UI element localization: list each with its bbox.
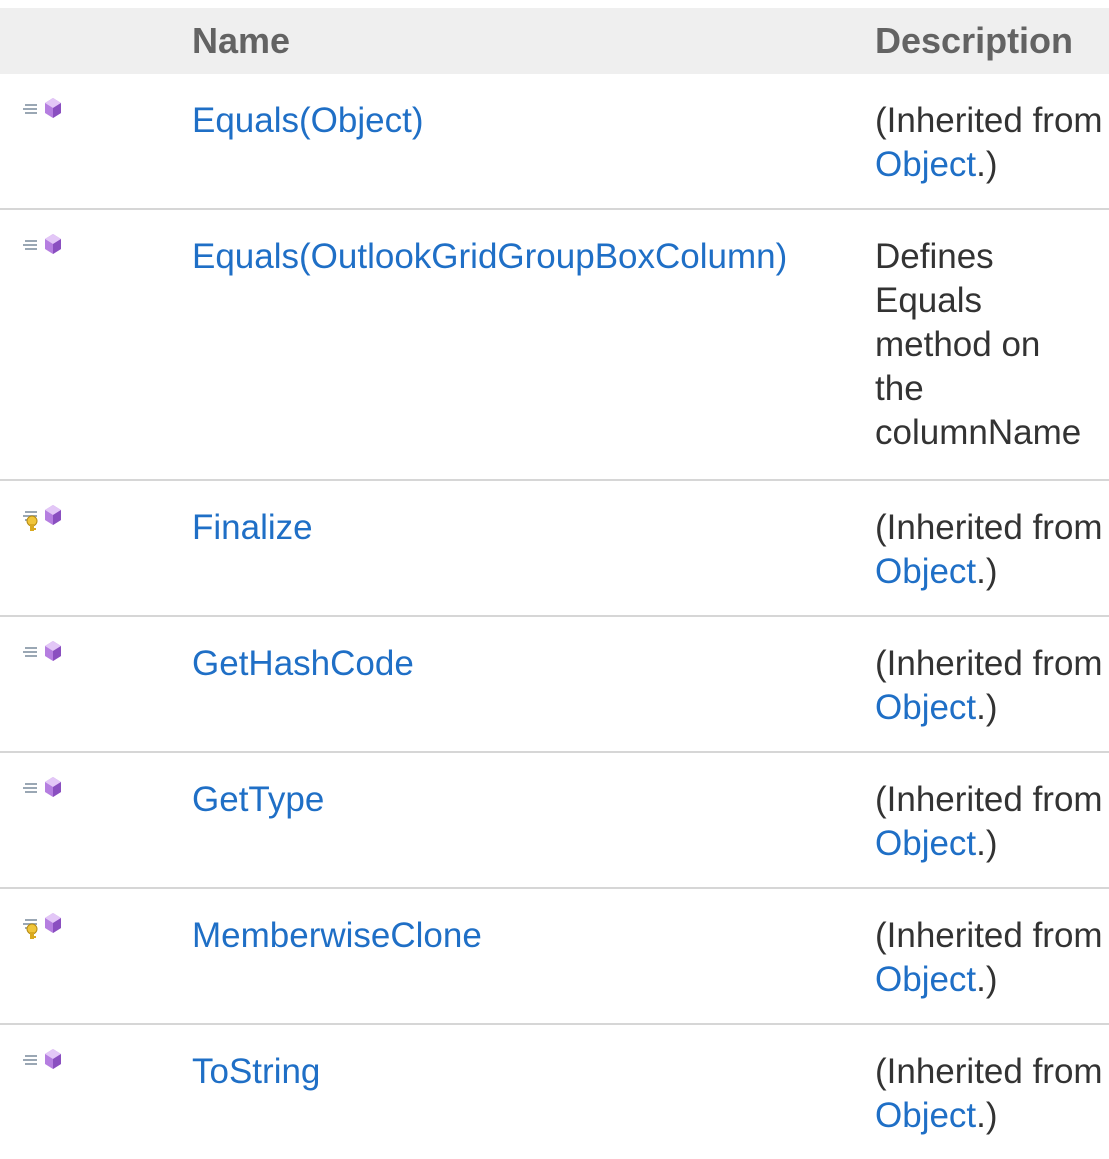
table-row: Finalize (Inherited from Object.) xyxy=(0,480,1109,616)
public-method-icon xyxy=(23,776,67,804)
table-header-row: Name Description xyxy=(0,8,1109,74)
member-name-link[interactable]: MemberwiseClone xyxy=(192,916,482,955)
member-name-link[interactable]: Equals(OutlookGridGroupBoxColumn) xyxy=(192,237,787,276)
protected-method-icon xyxy=(23,504,67,532)
member-icon-cell xyxy=(0,888,170,1024)
member-name-cell: Equals(OutlookGridGroupBoxColumn) xyxy=(170,209,870,480)
name-column-header: Name xyxy=(192,20,291,61)
members-table: Name Description Equals(Object) (Inherite… xyxy=(0,8,1109,1159)
member-name-cell: GetHashCode xyxy=(170,616,870,752)
protected-method-icon xyxy=(23,912,67,940)
member-name-link[interactable]: Finalize xyxy=(192,508,313,547)
inherited-suffix-text: .) xyxy=(976,145,998,184)
table-row: GetType (Inherited from Object.) xyxy=(0,752,1109,888)
inherited-from-text: (Inherited from xyxy=(875,916,1103,955)
member-description-cell: (Inherited from Object.) xyxy=(870,752,1109,888)
member-description-cell: (Inherited from Object.) xyxy=(870,480,1109,616)
object-link[interactable]: Object xyxy=(875,688,976,727)
member-name-link[interactable]: GetHashCode xyxy=(192,644,414,683)
inherited-suffix-text: .) xyxy=(976,1096,998,1135)
member-description-cell: (Inherited from Object.) xyxy=(870,1024,1109,1159)
table-row: GetHashCode (Inherited from Object.) xyxy=(0,616,1109,752)
member-name-cell: Finalize xyxy=(170,480,870,616)
description-line: method on xyxy=(875,325,1041,364)
public-method-icon xyxy=(23,1048,67,1076)
member-icon-cell xyxy=(0,74,170,209)
member-name-link[interactable]: GetType xyxy=(192,780,324,819)
object-link[interactable]: Object xyxy=(875,960,976,999)
member-description-cell: (Inherited from Object.) xyxy=(870,616,1109,752)
inherited-from-text: (Inherited from xyxy=(875,780,1103,819)
public-method-icon xyxy=(23,640,67,668)
description-line: the xyxy=(875,369,924,408)
member-icon-cell xyxy=(0,209,170,480)
member-name-cell: GetType xyxy=(170,752,870,888)
member-name-cell: Equals(Object) xyxy=(170,74,870,209)
member-name-cell: ToString xyxy=(170,1024,870,1159)
inherited-from-text: (Inherited from xyxy=(875,1052,1103,1091)
description-line: columnName xyxy=(875,413,1082,452)
inherited-from-text: (Inherited from xyxy=(875,644,1103,683)
object-link[interactable]: Object xyxy=(875,824,976,863)
member-description-cell: (Inherited from Object.) xyxy=(870,888,1109,1024)
table-row: MemberwiseClone (Inherited from Object.) xyxy=(0,888,1109,1024)
member-name-link[interactable]: ToString xyxy=(192,1052,320,1091)
inherited-suffix-text: .) xyxy=(976,688,998,727)
table-row: Equals(OutlookGridGroupBoxColumn) Defines… xyxy=(0,209,1109,480)
inherited-suffix-text: .) xyxy=(976,824,998,863)
description-line: Equals xyxy=(875,281,983,320)
member-name-cell: MemberwiseClone xyxy=(170,888,870,1024)
public-method-icon xyxy=(23,233,67,261)
table-row: ToString (Inherited from Object.) xyxy=(0,1024,1109,1159)
icon-column-header xyxy=(0,8,170,74)
public-method-icon xyxy=(23,97,67,125)
inherited-suffix-text: .) xyxy=(976,960,998,999)
object-link[interactable]: Object xyxy=(875,1096,976,1135)
object-link[interactable]: Object xyxy=(875,552,976,591)
inherited-from-text: (Inherited from xyxy=(875,101,1103,140)
description-line: Defines xyxy=(875,237,994,276)
object-link[interactable]: Object xyxy=(875,145,976,184)
member-icon-cell xyxy=(0,752,170,888)
member-name-link[interactable]: Equals(Object) xyxy=(192,101,423,140)
description-column-header: Description xyxy=(875,20,1074,61)
member-icon-cell xyxy=(0,616,170,752)
member-icon-cell xyxy=(0,480,170,616)
inherited-suffix-text: .) xyxy=(976,552,998,591)
members-table-body: Equals(Object) (Inherited from Object.) Eq… xyxy=(0,74,1109,1159)
inherited-from-text: (Inherited from xyxy=(875,508,1103,547)
member-description-cell: (Inherited from Object.) xyxy=(870,74,1109,209)
member-icon-cell xyxy=(0,1024,170,1159)
member-description-cell: Defines Equals method on the columnName xyxy=(870,209,1109,480)
table-row: Equals(Object) (Inherited from Object.) xyxy=(0,74,1109,209)
